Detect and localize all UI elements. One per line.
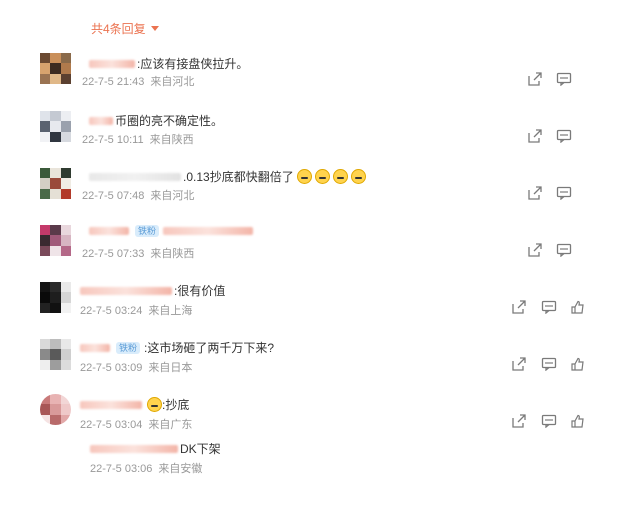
avatar[interactable] [40,111,71,142]
comment-icon[interactable] [556,129,572,143]
redacted-username[interactable] [89,116,113,125]
like-icon[interactable] [571,300,584,314]
caret-down-icon [150,26,159,31]
share-icon[interactable] [511,414,527,428]
comment-line: .0.13抄底都快翻倍了 [89,168,366,185]
comment-text: :抄底 [162,398,190,412]
comment-date: 22-7-5 03:24 [80,305,143,317]
redacted-username[interactable] [89,59,135,68]
comment-icon[interactable] [541,357,557,371]
sub-reply-location: 来自安徽 [158,463,203,475]
comment-date: 22-7-5 21:43 [82,76,145,88]
fan-badge: 铁粉 [135,225,160,237]
share-icon[interactable] [527,72,543,86]
emoji-icon [314,169,330,184]
comment-meta: 22-7-5 21:43 来自河北 [82,73,194,89]
like-icon[interactable] [571,414,584,428]
redacted-text [163,227,254,235]
emoji-icon [332,169,348,184]
comment-icon[interactable] [541,300,557,314]
comment-icon[interactable] [556,243,572,257]
comment-location: 来自陕西 [150,248,195,260]
comment-meta: 22-7-5 03:04 来自广东 [80,416,192,432]
comment-meta: 22-7-5 07:33 来自陕西 [82,245,194,261]
comment-location: 来自上海 [148,305,193,317]
comment-line: 铁粉 :这市场砸了两千万下来? [80,339,274,356]
redacted-username[interactable] [89,172,181,181]
comment-meta: 22-7-5 07:48 来自河北 [82,187,194,203]
comment-line: :抄底 [80,396,189,413]
comment-date: 22-7-5 03:09 [80,362,143,374]
comment-location: 来自广东 [148,419,193,431]
comment-meta: 22-7-5 03:24 来自上海 [80,302,192,318]
comment-location: 来自河北 [150,76,195,88]
share-icon[interactable] [511,357,527,371]
sub-reply-line: DK下架 [90,440,221,457]
sub-reply-date: 22-7-5 03:06 [90,463,153,475]
comment-line: 币圈的亮不确定性。 [89,112,223,129]
share-icon[interactable] [511,300,527,314]
redacted-username[interactable] [89,227,129,235]
comment-text: :很有价值 [174,284,226,298]
redacted-username[interactable] [90,444,178,453]
avatar[interactable] [40,339,71,370]
comment-location: 来自河北 [150,190,195,202]
comment-date: 22-7-5 10:11 [82,134,144,146]
redacted-username[interactable] [80,400,142,409]
comment-text: 币圈的亮不确定性。 [115,114,224,128]
comment-text: :应该有接盘侠拉升。 [137,57,249,71]
comment-location: 来自陕西 [149,134,194,146]
comment-text: :这市场砸了两千万下来? [144,341,275,355]
comment-meta: 22-7-5 03:09 来自日本 [80,359,192,375]
emoji-icon [350,169,366,184]
emoji-icon [296,169,312,184]
comment-date: 22-7-5 07:33 [82,248,145,260]
avatar[interactable] [40,168,71,199]
emoji-icon [147,397,162,412]
comment-line: :应该有接盘侠拉升。 [89,55,248,72]
comment-icon[interactable] [541,414,557,428]
comment-date: 22-7-5 03:04 [80,419,143,431]
share-icon[interactable] [527,186,543,200]
reply-count-label: 共4条回复 [91,22,146,36]
avatar[interactable] [40,53,71,84]
comment-icon[interactable] [556,186,572,200]
share-icon[interactable] [527,243,543,257]
comment-meta: 22-7-5 10:11 来自陕西 [82,131,194,147]
comment-icon[interactable] [556,72,572,86]
redacted-username[interactable] [80,286,172,295]
comment-line: 铁粉 [89,225,255,237]
avatar[interactable] [40,225,71,256]
redacted-username[interactable] [80,343,110,352]
comment-date: 22-7-5 07:48 [82,190,145,202]
sub-reply-text: DK下架 [180,442,221,456]
share-icon[interactable] [527,129,543,143]
reply-count-toggle[interactable]: 共4条回复 [91,20,159,37]
fan-badge: 铁粉 [116,341,141,354]
sub-reply-meta: 22-7-5 03:06 来自安徽 [90,460,202,476]
avatar[interactable] [40,282,71,313]
comment-location: 来自日本 [148,362,193,374]
like-icon[interactable] [571,357,584,371]
comment-line: :很有价值 [80,282,225,299]
avatar[interactable] [40,394,71,425]
comment-text: .0.13抄底都快翻倍了 [183,170,294,184]
